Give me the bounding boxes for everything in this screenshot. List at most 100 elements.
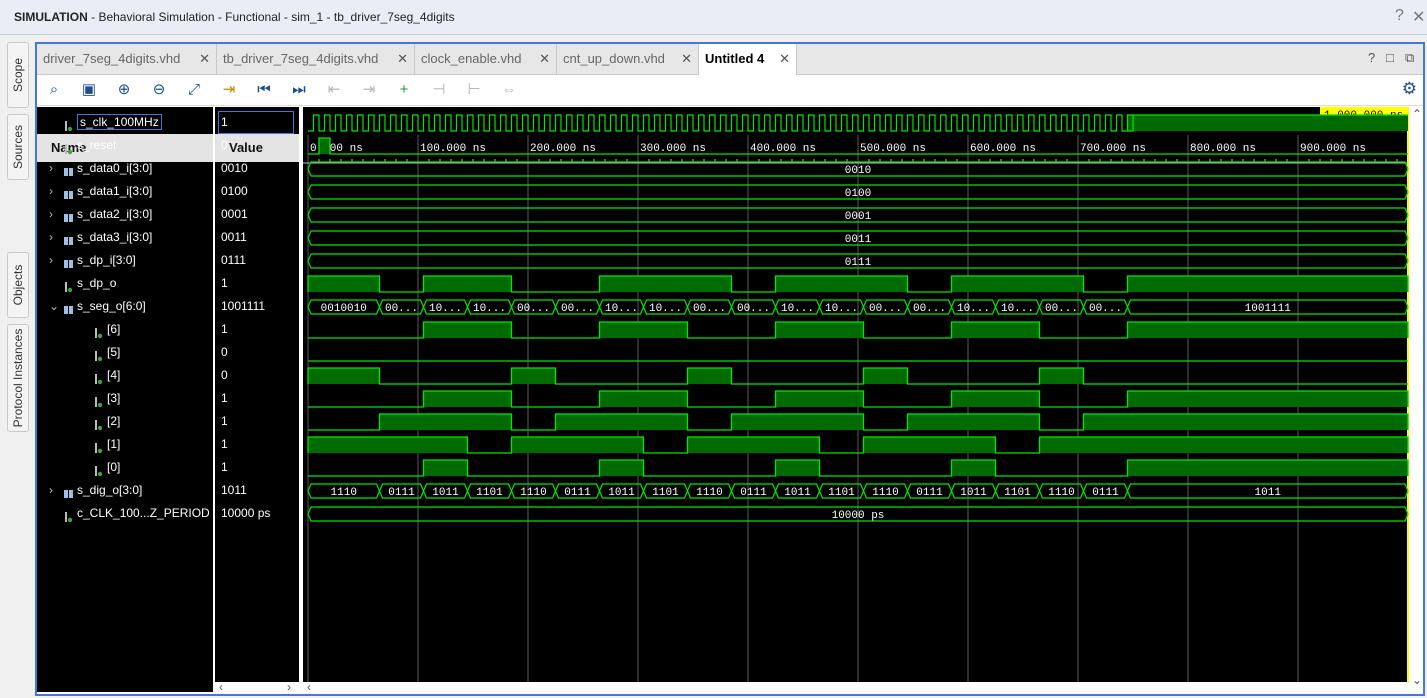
save-icon[interactable]: ▣ bbox=[78, 79, 100, 101]
go-to-cursor-icon[interactable]: ⇥ bbox=[218, 79, 240, 101]
time-axis-label: 700.000 ns bbox=[1080, 143, 1146, 155]
signal-row[interactable]: s_reset bbox=[37, 134, 116, 157]
bit-signal-icon bbox=[93, 462, 103, 477]
side-tab-scope[interactable]: Scope bbox=[7, 42, 29, 108]
help-icon[interactable]: ? bbox=[1395, 7, 1404, 25]
next-marker-icon[interactable]: ⊢ bbox=[463, 79, 485, 101]
vertical-scrollbar[interactable]: ⌃ ⌄ bbox=[1411, 107, 1423, 692]
bus-signal-icon bbox=[63, 255, 73, 268]
wave-high-segment bbox=[1039, 437, 1408, 453]
signal-row[interactable]: [0] bbox=[37, 456, 120, 479]
maximize-icon[interactable]: □ bbox=[1386, 50, 1394, 65]
side-tab-objects[interactable]: Objects bbox=[7, 252, 29, 318]
float-icon[interactable]: ⧉ bbox=[1405, 50, 1414, 66]
bus-value-label: 00... bbox=[913, 303, 946, 315]
signal-row[interactable]: › s_data0_i[3:0] bbox=[37, 157, 152, 180]
go-to-end-icon[interactable]: ⏭ bbox=[288, 79, 310, 101]
bus-signal-icon bbox=[63, 232, 73, 245]
waveform-panel[interactable]: 0.000 ns 100.000 ns 200.000 ns 300.000 ns 40… bbox=[303, 107, 1409, 692]
wave-high-segment bbox=[423, 276, 512, 292]
zoom-in-icon[interactable]: ⊕ bbox=[113, 79, 135, 101]
tab-cnt-up-down[interactable]: cnt_up_down.vhd ✕ bbox=[557, 44, 699, 74]
signal-name: c_CLK_100...Z_PERIOD bbox=[77, 506, 210, 520]
expand-toggle-icon[interactable]: › bbox=[49, 180, 63, 203]
bus-value-label: 10... bbox=[957, 303, 990, 315]
signal-value: 0100 bbox=[221, 184, 248, 198]
wave-high-segment bbox=[308, 276, 380, 292]
scroll-left-icon[interactable]: ‹ bbox=[307, 680, 311, 694]
signal-row[interactable]: [5] bbox=[37, 341, 120, 364]
expand-toggle-icon[interactable]: ⌄ bbox=[49, 295, 63, 318]
signal-value: 0001 bbox=[221, 207, 248, 221]
close-tab-icon[interactable]: ✕ bbox=[397, 44, 408, 74]
settings-icon[interactable]: ⚙ bbox=[1402, 79, 1417, 99]
bus-value-label: 00... bbox=[1089, 303, 1122, 315]
close-tab-icon[interactable]: ✕ bbox=[681, 44, 692, 74]
signal-row[interactable]: ⌄ s_seg_o[6:0] bbox=[37, 295, 146, 318]
expand-toggle-icon[interactable]: › bbox=[49, 479, 63, 502]
tab-tb-driver-7seg-4digits[interactable]: tb_driver_7seg_4digits.vhd ✕ bbox=[217, 44, 415, 74]
bus-value-label: 1110 bbox=[331, 487, 357, 499]
tab-clock-enable[interactable]: clock_enable.vhd ✕ bbox=[415, 44, 557, 74]
signal-name: s_data0_i[3:0] bbox=[77, 161, 153, 175]
scroll-right-icon[interactable]: › bbox=[287, 680, 291, 694]
zoom-fit-icon[interactable]: ⤢ bbox=[183, 79, 205, 101]
expand-toggle-icon[interactable]: › bbox=[49, 226, 63, 249]
side-tab-protocol-instances[interactable]: Protocol Instances bbox=[7, 324, 29, 432]
expand-toggle-icon[interactable]: › bbox=[49, 157, 63, 180]
previous-transition-icon[interactable]: ⇤ bbox=[323, 79, 345, 101]
signal-row[interactable]: [4] bbox=[37, 364, 120, 387]
signal-row[interactable]: [1] bbox=[37, 433, 120, 456]
value-horizontal-scrollbar[interactable]: ‹ › bbox=[215, 680, 299, 694]
search-icon[interactable]: ⌕ bbox=[43, 79, 65, 101]
zoom-out-icon[interactable]: ⊖ bbox=[148, 79, 170, 101]
scroll-up-icon[interactable]: ⌃ bbox=[1412, 107, 1422, 121]
close-tab-icon[interactable]: ✕ bbox=[199, 44, 210, 74]
bus-value-label: 00... bbox=[693, 303, 726, 315]
signal-row[interactable]: c_CLK_100...Z_PERIOD bbox=[37, 502, 210, 525]
swap-cursors-icon[interactable]: ⇔ bbox=[498, 79, 520, 101]
signal-row[interactable]: › s_dig_o[3:0] bbox=[37, 479, 142, 502]
side-tab-strip: Scope Sources Objects Protocol Instances bbox=[0, 40, 34, 698]
next-transition-icon[interactable]: ⇥ bbox=[358, 79, 380, 101]
bus-value-label: 0111 bbox=[845, 257, 872, 269]
bus-value-label: 0111 bbox=[916, 487, 943, 499]
close-tab-icon[interactable]: ✕ bbox=[779, 44, 790, 74]
signal-row[interactable]: › s_dp_i[3:0] bbox=[37, 249, 136, 272]
wave-high-segment bbox=[775, 276, 908, 292]
bus-value-label: 1101 bbox=[828, 487, 855, 499]
wave-high-segment bbox=[775, 322, 864, 338]
scroll-left-icon[interactable]: ‹ bbox=[219, 680, 223, 694]
wave-high-segment bbox=[1127, 460, 1408, 476]
expand-toggle-icon[interactable]: › bbox=[49, 203, 63, 226]
signal-value: 1 bbox=[221, 276, 228, 290]
tab-driver-7seg-4digits[interactable]: driver_7seg_4digits.vhd ✕ bbox=[37, 44, 217, 74]
bit-signal-icon bbox=[93, 416, 103, 431]
signal-row[interactable]: [6] bbox=[37, 318, 120, 341]
help-icon[interactable]: ? bbox=[1368, 50, 1375, 65]
wave-high-segment bbox=[1127, 391, 1408, 407]
close-icon[interactable]: ✕ bbox=[1412, 7, 1425, 27]
bus-value-label: 0010 bbox=[845, 165, 871, 177]
signal-row[interactable]: [3] bbox=[37, 387, 120, 410]
signal-row[interactable]: › s_data2_i[3:0] bbox=[37, 203, 152, 226]
signal-row[interactable]: › s_data1_i[3:0] bbox=[37, 180, 152, 203]
expand-toggle-icon[interactable]: › bbox=[49, 249, 63, 272]
add-marker-icon[interactable]: + bbox=[393, 79, 415, 101]
side-tab-sources[interactable]: Sources bbox=[7, 114, 29, 180]
close-tab-icon[interactable]: ✕ bbox=[539, 44, 550, 74]
signal-row[interactable]: s_clk_100MHz bbox=[37, 111, 162, 134]
wave-high-segment bbox=[1127, 322, 1408, 338]
scroll-down-icon[interactable]: ⌄ bbox=[1412, 673, 1422, 687]
signal-row[interactable]: [2] bbox=[37, 410, 120, 433]
wave-high-segment bbox=[1083, 414, 1408, 430]
bus-value-label: 00... bbox=[737, 303, 770, 315]
previous-marker-icon[interactable]: ⊣ bbox=[428, 79, 450, 101]
signal-row[interactable]: s_dp_o bbox=[37, 272, 116, 295]
waveform-canvas[interactable]: 0.000 ns 100.000 ns 200.000 ns 300.000 ns 40… bbox=[303, 107, 1409, 692]
wave-horizontal-scrollbar[interactable]: ‹ bbox=[303, 680, 1409, 694]
signal-row[interactable]: › s_data3_i[3:0] bbox=[37, 226, 152, 249]
time-axis-label: 200.000 ns bbox=[530, 143, 596, 155]
go-to-start-icon[interactable]: ⏮ bbox=[253, 79, 275, 101]
tab-untitled-4[interactable]: Untitled 4 ✕ bbox=[699, 44, 797, 75]
